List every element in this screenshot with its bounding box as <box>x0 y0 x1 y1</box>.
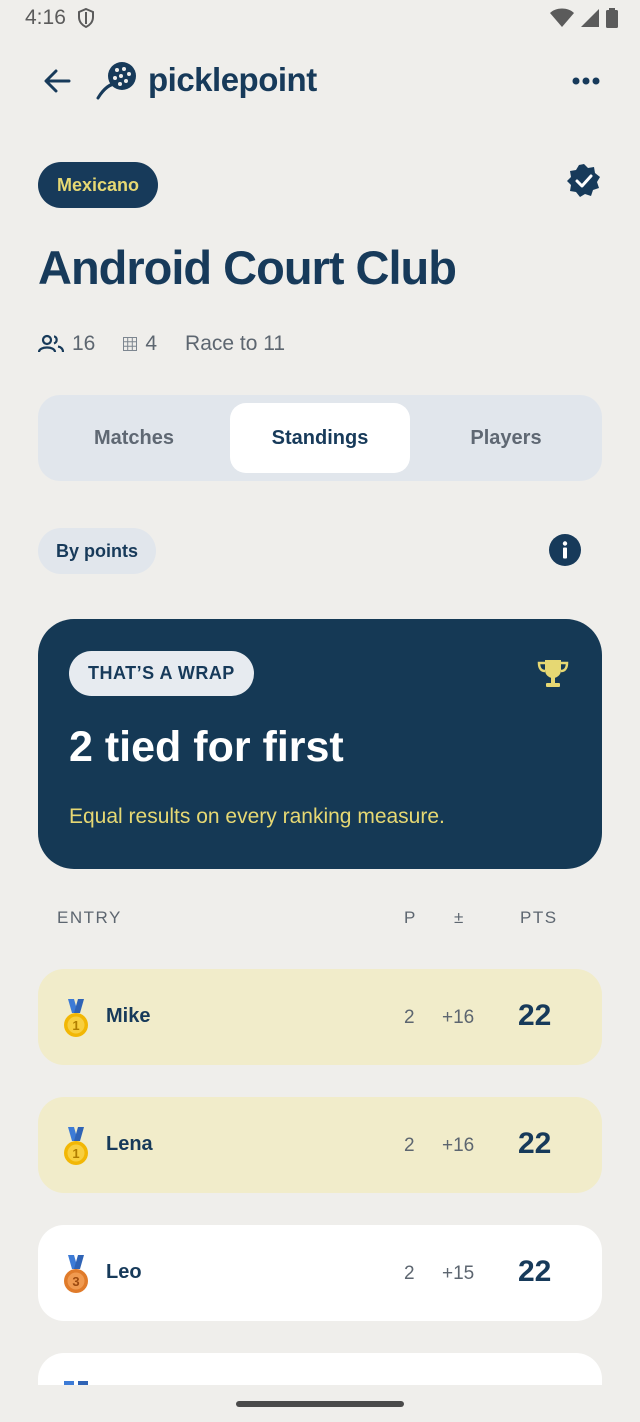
more-horizontal-icon <box>572 77 600 85</box>
courts-count-value: 4 <box>145 332 158 355</box>
gold-medal-icon: 1 <box>64 999 88 1037</box>
event-meta: 16 4 Race to 11 <box>38 332 313 356</box>
arrow-left-icon <box>44 69 71 93</box>
pickleball-logo-icon <box>96 62 136 100</box>
sort-chip[interactable]: By points <box>38 528 157 574</box>
page-title: Android Court Club <box>38 241 457 294</box>
column-header-diff: ± <box>454 908 465 927</box>
tab-standings[interactable]: Standings <box>230 403 410 473</box>
players-count: 16 <box>38 332 95 356</box>
bronze-medal-icon: 3 <box>64 1255 88 1293</box>
info-icon[interactable] <box>549 534 581 566</box>
standings-row[interactable]: 1 Lena 2 +16 22 <box>38 1097 602 1193</box>
more-options-button[interactable] <box>566 66 606 96</box>
standings-row[interactable]: 1 Mike 2 +16 22 <box>38 969 602 1065</box>
court-grid-icon <box>123 337 138 351</box>
played-value: 2 <box>404 1135 415 1156</box>
column-header-played: P <box>404 908 417 927</box>
diff-value: +15 <box>442 1263 475 1284</box>
players-count-value: 16 <box>72 332 96 355</box>
back-button[interactable] <box>38 62 76 100</box>
signal-icon <box>581 9 599 27</box>
tab-players[interactable]: Players <box>416 403 596 473</box>
points-value: 22 <box>518 999 552 1032</box>
wifi-icon <box>550 8 574 27</box>
player-name: Lena <box>106 1133 153 1155</box>
standings-row[interactable]: 3 Leo 2 +15 22 <box>38 1225 602 1321</box>
played-value: 2 <box>404 1263 415 1284</box>
verified-badge-icon <box>567 164 600 197</box>
status-icons <box>550 8 618 28</box>
svg-text:1: 1 <box>72 1018 79 1033</box>
svg-text:3: 3 <box>72 1274 79 1289</box>
tab-bar: Matches Standings Players <box>38 395 602 481</box>
svg-text:1: 1 <box>72 1146 79 1161</box>
column-header-points: PTS <box>520 908 558 927</box>
standings-row-partial[interactable] <box>38 1353 602 1385</box>
medal-ribbon-icon <box>64 1381 88 1385</box>
tab-matches[interactable]: Matches <box>44 403 224 473</box>
battery-icon <box>606 8 618 28</box>
shield-icon <box>78 8 94 28</box>
column-header-entry: ENTRY <box>57 908 122 927</box>
played-value: 2 <box>404 1007 415 1028</box>
result-card: THAT’S A WRAP 2 tied for first Equal res… <box>38 619 602 869</box>
points-value: 22 <box>518 1255 552 1288</box>
player-name: Leo <box>106 1261 142 1283</box>
gold-medal-icon: 1 <box>64 1127 88 1165</box>
wrap-pill: THAT’S A WRAP <box>69 651 254 696</box>
people-icon <box>38 334 64 353</box>
diff-value: +16 <box>442 1007 475 1028</box>
brand-name: picklepoint <box>148 61 317 98</box>
result-subtitle: Equal results on every ranking measure. <box>69 805 445 828</box>
status-time: 4:16 <box>25 6 66 29</box>
player-name: Mike <box>106 1005 151 1027</box>
points-value: 22 <box>518 1127 552 1160</box>
result-headline: 2 tied for first <box>69 723 344 771</box>
courts-count: 4 <box>123 332 157 356</box>
trophy-icon <box>537 660 569 687</box>
diff-value: +16 <box>442 1135 475 1156</box>
mode-badge: Mexicano <box>38 162 159 208</box>
race-to: Race to 11 <box>185 332 286 355</box>
home-indicator[interactable] <box>236 1401 404 1407</box>
